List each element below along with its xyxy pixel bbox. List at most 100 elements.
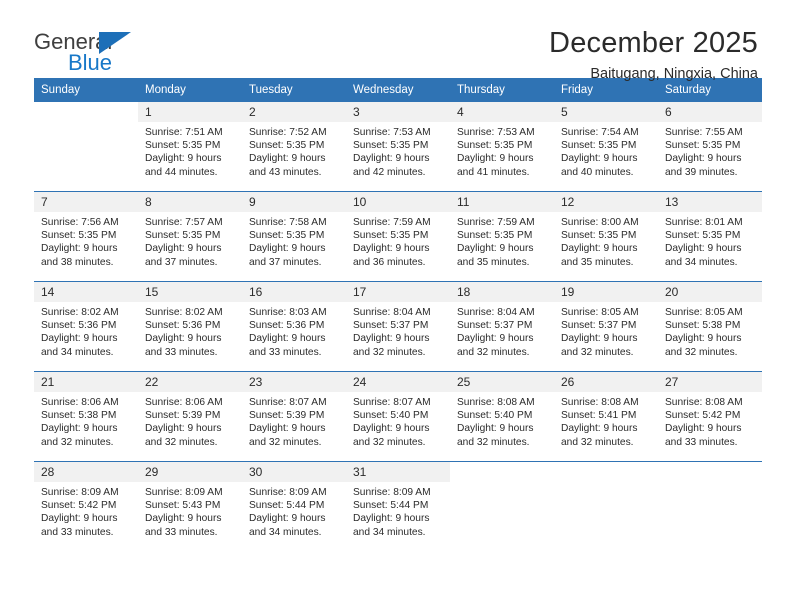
daylight-text-line1: Daylight: 9 hours xyxy=(353,333,430,345)
calendar-day-cell[interactable]: 14 Sunrise: 8:02 AM Sunset: 5:36 PM Dayligh… xyxy=(34,282,138,371)
daylight-text-line1: Daylight: 9 hours xyxy=(41,423,118,435)
calendar-day-cell[interactable]: 22 Sunrise: 8:06 AM Sunset: 5:39 PM Dayligh… xyxy=(138,372,242,461)
day-number: 20 xyxy=(658,282,762,302)
day-number: 19 xyxy=(554,282,658,302)
calendar-week-row: 7 Sunrise: 7:56 AM Sunset: 5:35 PM Daylight… xyxy=(34,191,762,281)
day-info: Sunrise: 8:03 AM Sunset: 5:36 PM Daylight:… xyxy=(242,302,346,359)
calendar-day-cell[interactable]: 16 Sunrise: 8:03 AM Sunset: 5:36 PM Dayligh… xyxy=(242,282,346,371)
day-number: 16 xyxy=(242,282,346,302)
calendar-day-cell[interactable]: 29 Sunrise: 8:09 AM Sunset: 5:43 PM Dayligh… xyxy=(138,462,242,551)
calendar-day-cell[interactable]: 3 Sunrise: 7:53 AM Sunset: 5:35 PM Daylight… xyxy=(346,102,450,191)
daylight-text-line2: and 42 minutes. xyxy=(353,166,426,178)
calendar-weeks: 1 Sunrise: 7:51 AM Sunset: 5:35 PM Daylight… xyxy=(34,102,762,551)
sunrise-text: Sunrise: 7:57 AM xyxy=(145,217,223,228)
daylight-text-line2: and 36 minutes. xyxy=(353,256,426,268)
daylight-text-line2: and 41 minutes. xyxy=(457,166,530,178)
sunrise-text: Sunrise: 8:04 AM xyxy=(353,307,431,318)
calendar-day-cell[interactable]: 7 Sunrise: 7:56 AM Sunset: 5:35 PM Daylight… xyxy=(34,192,138,281)
daylight-text-line1: Daylight: 9 hours xyxy=(249,153,326,165)
sunset-text: Sunset: 5:35 PM xyxy=(249,140,325,152)
day-number xyxy=(450,462,554,482)
daylight-text-line1: Daylight: 9 hours xyxy=(41,333,118,345)
sunset-text: Sunset: 5:41 PM xyxy=(561,410,637,422)
day-number: 15 xyxy=(138,282,242,302)
calendar-day-cell[interactable]: 25 Sunrise: 8:08 AM Sunset: 5:40 PM Dayligh… xyxy=(450,372,554,461)
daylight-text-line2: and 34 minutes. xyxy=(353,526,426,538)
daylight-text-line2: and 40 minutes. xyxy=(561,166,634,178)
sunrise-text: Sunrise: 7:53 AM xyxy=(353,127,431,138)
sunrise-text: Sunrise: 7:59 AM xyxy=(353,217,431,228)
calendar-day-cell[interactable]: 24 Sunrise: 8:07 AM Sunset: 5:40 PM Dayligh… xyxy=(346,372,450,461)
day-number: 27 xyxy=(658,372,762,392)
day-number: 24 xyxy=(346,372,450,392)
day-info: Sunrise: 8:08 AM Sunset: 5:40 PM Daylight:… xyxy=(450,392,554,449)
sunset-text: Sunset: 5:40 PM xyxy=(457,410,533,422)
daylight-text-line2: and 43 minutes. xyxy=(249,166,322,178)
sunset-text: Sunset: 5:35 PM xyxy=(249,230,325,242)
day-info: Sunrise: 8:07 AM Sunset: 5:39 PM Daylight:… xyxy=(242,392,346,449)
calendar-day-cell[interactable]: 5 Sunrise: 7:54 AM Sunset: 5:35 PM Daylight… xyxy=(554,102,658,191)
calendar-day-cell-empty xyxy=(658,462,762,551)
sunset-text: Sunset: 5:42 PM xyxy=(41,500,117,512)
daylight-text-line1: Daylight: 9 hours xyxy=(665,153,742,165)
calendar-day-cell[interactable]: 10 Sunrise: 7:59 AM Sunset: 5:35 PM Dayligh… xyxy=(346,192,450,281)
day-number xyxy=(554,462,658,482)
calendar-day-cell[interactable]: 15 Sunrise: 8:02 AM Sunset: 5:36 PM Dayligh… xyxy=(138,282,242,371)
calendar-day-cell[interactable]: 11 Sunrise: 7:59 AM Sunset: 5:35 PM Dayligh… xyxy=(450,192,554,281)
day-number: 1 xyxy=(138,102,242,122)
daylight-text-line1: Daylight: 9 hours xyxy=(145,513,222,525)
calendar-day-cell[interactable]: 8 Sunrise: 7:57 AM Sunset: 5:35 PM Daylight… xyxy=(138,192,242,281)
day-info: Sunrise: 8:07 AM Sunset: 5:40 PM Daylight:… xyxy=(346,392,450,449)
daylight-text-line1: Daylight: 9 hours xyxy=(457,333,534,345)
calendar-day-cell[interactable]: 2 Sunrise: 7:52 AM Sunset: 5:35 PM Daylight… xyxy=(242,102,346,191)
sunrise-text: Sunrise: 7:56 AM xyxy=(41,217,119,228)
sunrise-text: Sunrise: 7:55 AM xyxy=(665,127,743,138)
sunrise-text: Sunrise: 8:07 AM xyxy=(353,397,431,408)
sunrise-text: Sunrise: 8:00 AM xyxy=(561,217,639,228)
calendar-day-cell[interactable]: 18 Sunrise: 8:04 AM Sunset: 5:37 PM Dayligh… xyxy=(450,282,554,371)
calendar-day-cell[interactable]: 30 Sunrise: 8:09 AM Sunset: 5:44 PM Dayligh… xyxy=(242,462,346,551)
calendar-day-cell[interactable]: 4 Sunrise: 7:53 AM Sunset: 5:35 PM Daylight… xyxy=(450,102,554,191)
day-number: 4 xyxy=(450,102,554,122)
sunset-text: Sunset: 5:44 PM xyxy=(353,500,429,512)
daylight-text-line2: and 32 minutes. xyxy=(665,346,738,358)
calendar-day-cell[interactable]: 1 Sunrise: 7:51 AM Sunset: 5:35 PM Daylight… xyxy=(138,102,242,191)
weekday-header-saturday: Saturday xyxy=(665,84,712,96)
calendar-day-cell[interactable]: 23 Sunrise: 8:07 AM Sunset: 5:39 PM Dayligh… xyxy=(242,372,346,461)
day-info: Sunrise: 7:56 AM Sunset: 5:35 PM Daylight:… xyxy=(34,212,138,269)
calendar-day-cell[interactable]: 21 Sunrise: 8:06 AM Sunset: 5:38 PM Dayligh… xyxy=(34,372,138,461)
sunrise-text: Sunrise: 8:07 AM xyxy=(249,397,327,408)
sunrise-text: Sunrise: 8:08 AM xyxy=(561,397,639,408)
calendar-day-cell[interactable]: 28 Sunrise: 8:09 AM Sunset: 5:42 PM Dayligh… xyxy=(34,462,138,551)
day-number: 2 xyxy=(242,102,346,122)
day-info: Sunrise: 7:59 AM Sunset: 5:35 PM Daylight:… xyxy=(450,212,554,269)
sunset-text: Sunset: 5:38 PM xyxy=(665,320,741,332)
calendar-day-cell[interactable]: 20 Sunrise: 8:05 AM Sunset: 5:38 PM Dayligh… xyxy=(658,282,762,371)
day-info: Sunrise: 8:08 AM Sunset: 5:41 PM Daylight:… xyxy=(554,392,658,449)
calendar-day-cell[interactable]: 6 Sunrise: 7:55 AM Sunset: 5:35 PM Daylight… xyxy=(658,102,762,191)
calendar-day-cell[interactable]: 27 Sunrise: 8:08 AM Sunset: 5:42 PM Dayligh… xyxy=(658,372,762,461)
day-number: 23 xyxy=(242,372,346,392)
calendar-day-cell[interactable]: 17 Sunrise: 8:04 AM Sunset: 5:37 PM Dayligh… xyxy=(346,282,450,371)
weekday-header-thursday: Thursday xyxy=(457,84,505,96)
daylight-text-line2: and 35 minutes. xyxy=(561,256,634,268)
sunrise-text: Sunrise: 7:59 AM xyxy=(457,217,535,228)
daylight-text-line2: and 38 minutes. xyxy=(41,256,114,268)
day-number: 18 xyxy=(450,282,554,302)
calendar-day-cell[interactable]: 13 Sunrise: 8:01 AM Sunset: 5:35 PM Dayligh… xyxy=(658,192,762,281)
calendar-day-cell[interactable]: 26 Sunrise: 8:08 AM Sunset: 5:41 PM Dayligh… xyxy=(554,372,658,461)
sunrise-text: Sunrise: 7:54 AM xyxy=(561,127,639,138)
day-number: 3 xyxy=(346,102,450,122)
calendar-day-cell[interactable]: 9 Sunrise: 7:58 AM Sunset: 5:35 PM Daylight… xyxy=(242,192,346,281)
sunset-text: Sunset: 5:36 PM xyxy=(249,320,325,332)
day-number: 29 xyxy=(138,462,242,482)
generalblue-logo[interactable]: General Blue xyxy=(34,26,164,84)
calendar-day-cell[interactable]: 12 Sunrise: 8:00 AM Sunset: 5:35 PM Dayligh… xyxy=(554,192,658,281)
day-number: 5 xyxy=(554,102,658,122)
daylight-text-line2: and 39 minutes. xyxy=(665,166,738,178)
calendar-day-cell[interactable]: 19 Sunrise: 8:05 AM Sunset: 5:37 PM Dayligh… xyxy=(554,282,658,371)
calendar-day-cell[interactable]: 31 Sunrise: 8:09 AM Sunset: 5:44 PM Dayligh… xyxy=(346,462,450,551)
daylight-text-line2: and 32 minutes. xyxy=(561,436,634,448)
daylight-text-line1: Daylight: 9 hours xyxy=(457,243,534,255)
daylight-text-line2: and 33 minutes. xyxy=(145,526,218,538)
